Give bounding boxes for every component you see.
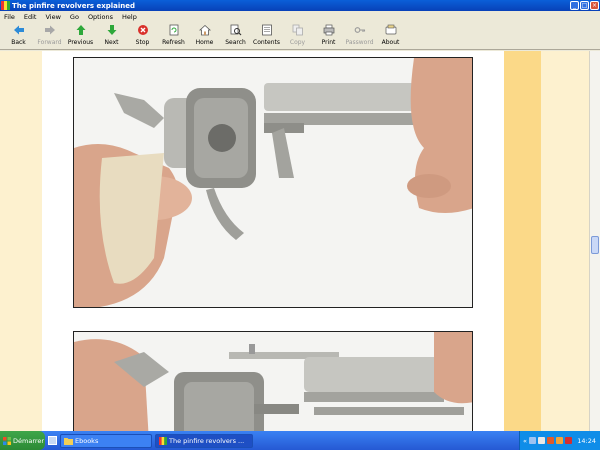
contents-label: Contents [253,39,280,46]
windows-flag-icon [3,436,11,445]
about-button[interactable]: About [375,22,406,50]
back-arrow-icon [13,25,24,35]
menu-file[interactable]: File [4,13,15,21]
quick-launch-icon[interactable] [48,436,57,445]
search-button[interactable]: Search [220,22,251,50]
password-button[interactable]: Password [344,22,375,50]
next-button[interactable]: Next [96,22,127,50]
security-icon[interactable] [564,437,572,444]
minimize-button[interactable]: _ [570,1,579,10]
stop-button[interactable]: Stop [127,22,158,50]
start-button[interactable]: Démarrer [0,431,45,450]
copy-button[interactable]: Copy [282,22,313,50]
down-arrow-icon [107,25,116,35]
ebook-page [0,51,589,431]
close-button[interactable]: × [590,1,599,10]
network-icon[interactable] [528,437,536,444]
contents-icon [261,24,272,36]
ebook-window: The pinfire revolvers explained _ □ × Fi… [0,0,600,431]
refresh-icon [169,24,178,36]
about-label: About [381,39,400,46]
revolver-photo-open-cylinder [73,57,473,308]
taskbar: Démarrer Ebooks The pinfire revolvers ..… [0,431,600,450]
previous-label: Previous [67,39,94,46]
next-label: Next [104,39,119,46]
task-ebook-viewer[interactable]: The pinfire revolvers ... [155,433,253,448]
folder-icon [64,437,73,445]
antivirus-icon[interactable] [546,437,554,444]
search-icon [230,24,241,36]
vertical-scrollbar[interactable] [589,51,600,431]
maximize-button[interactable]: □ [580,1,589,10]
revolver-photo-disassembled [73,331,473,431]
key-icon [354,27,365,33]
start-label: Démarrer [13,436,45,445]
decorative-strip [504,51,541,431]
stop-label: Stop [135,39,150,46]
back-label: Back [11,39,26,46]
previous-button[interactable]: Previous [65,22,96,50]
task-ebooks-label: Ebooks [75,436,99,445]
forward-label: Forward [37,39,62,46]
copy-icon [292,24,303,36]
print-button[interactable]: Print [313,22,344,50]
up-arrow-icon [76,25,85,35]
stop-icon [137,25,148,35]
menu-go[interactable]: Go [70,13,79,21]
window-title: The pinfire revolvers explained [12,1,136,10]
print-icon [323,24,334,36]
back-button[interactable]: Back [3,22,34,50]
home-button[interactable]: Home [189,22,220,50]
clock[interactable]: 14:24 [577,437,596,445]
task-ebooks[interactable]: Ebooks [60,433,152,448]
ebook-icon [159,436,167,445]
task-ebook-viewer-label: The pinfire revolvers ... [169,436,245,445]
menu-help[interactable]: Help [122,13,137,21]
app-icon [1,1,10,10]
password-label: Password [345,39,374,46]
toolbar: Back Forward Previous Next Stop Refresh … [0,22,600,50]
search-label: Search [225,39,246,46]
volume-icon[interactable] [537,437,545,444]
print-label: Print [321,39,336,46]
menu-options[interactable]: Options [88,13,113,21]
forward-arrow-icon [44,25,55,35]
refresh-label: Refresh [162,39,185,46]
system-tray: « 14:24 [519,431,600,450]
contents-button[interactable]: Contents [251,22,282,50]
menu-edit[interactable]: Edit [24,13,37,21]
title-bar[interactable]: The pinfire revolvers explained _ □ × [0,0,600,11]
tray-expand-button[interactable]: « [523,437,527,445]
home-label: Home [195,39,214,46]
menu-bar: File Edit View Go Options Help [0,11,600,22]
scroll-thumb[interactable] [591,236,599,254]
forward-button[interactable]: Forward [34,22,65,50]
refresh-button[interactable]: Refresh [158,22,189,50]
copy-label: Copy [289,39,306,46]
messenger-icon[interactable] [555,437,563,444]
help-icon [385,24,396,35]
menu-view[interactable]: View [45,13,60,21]
home-icon [198,24,211,36]
